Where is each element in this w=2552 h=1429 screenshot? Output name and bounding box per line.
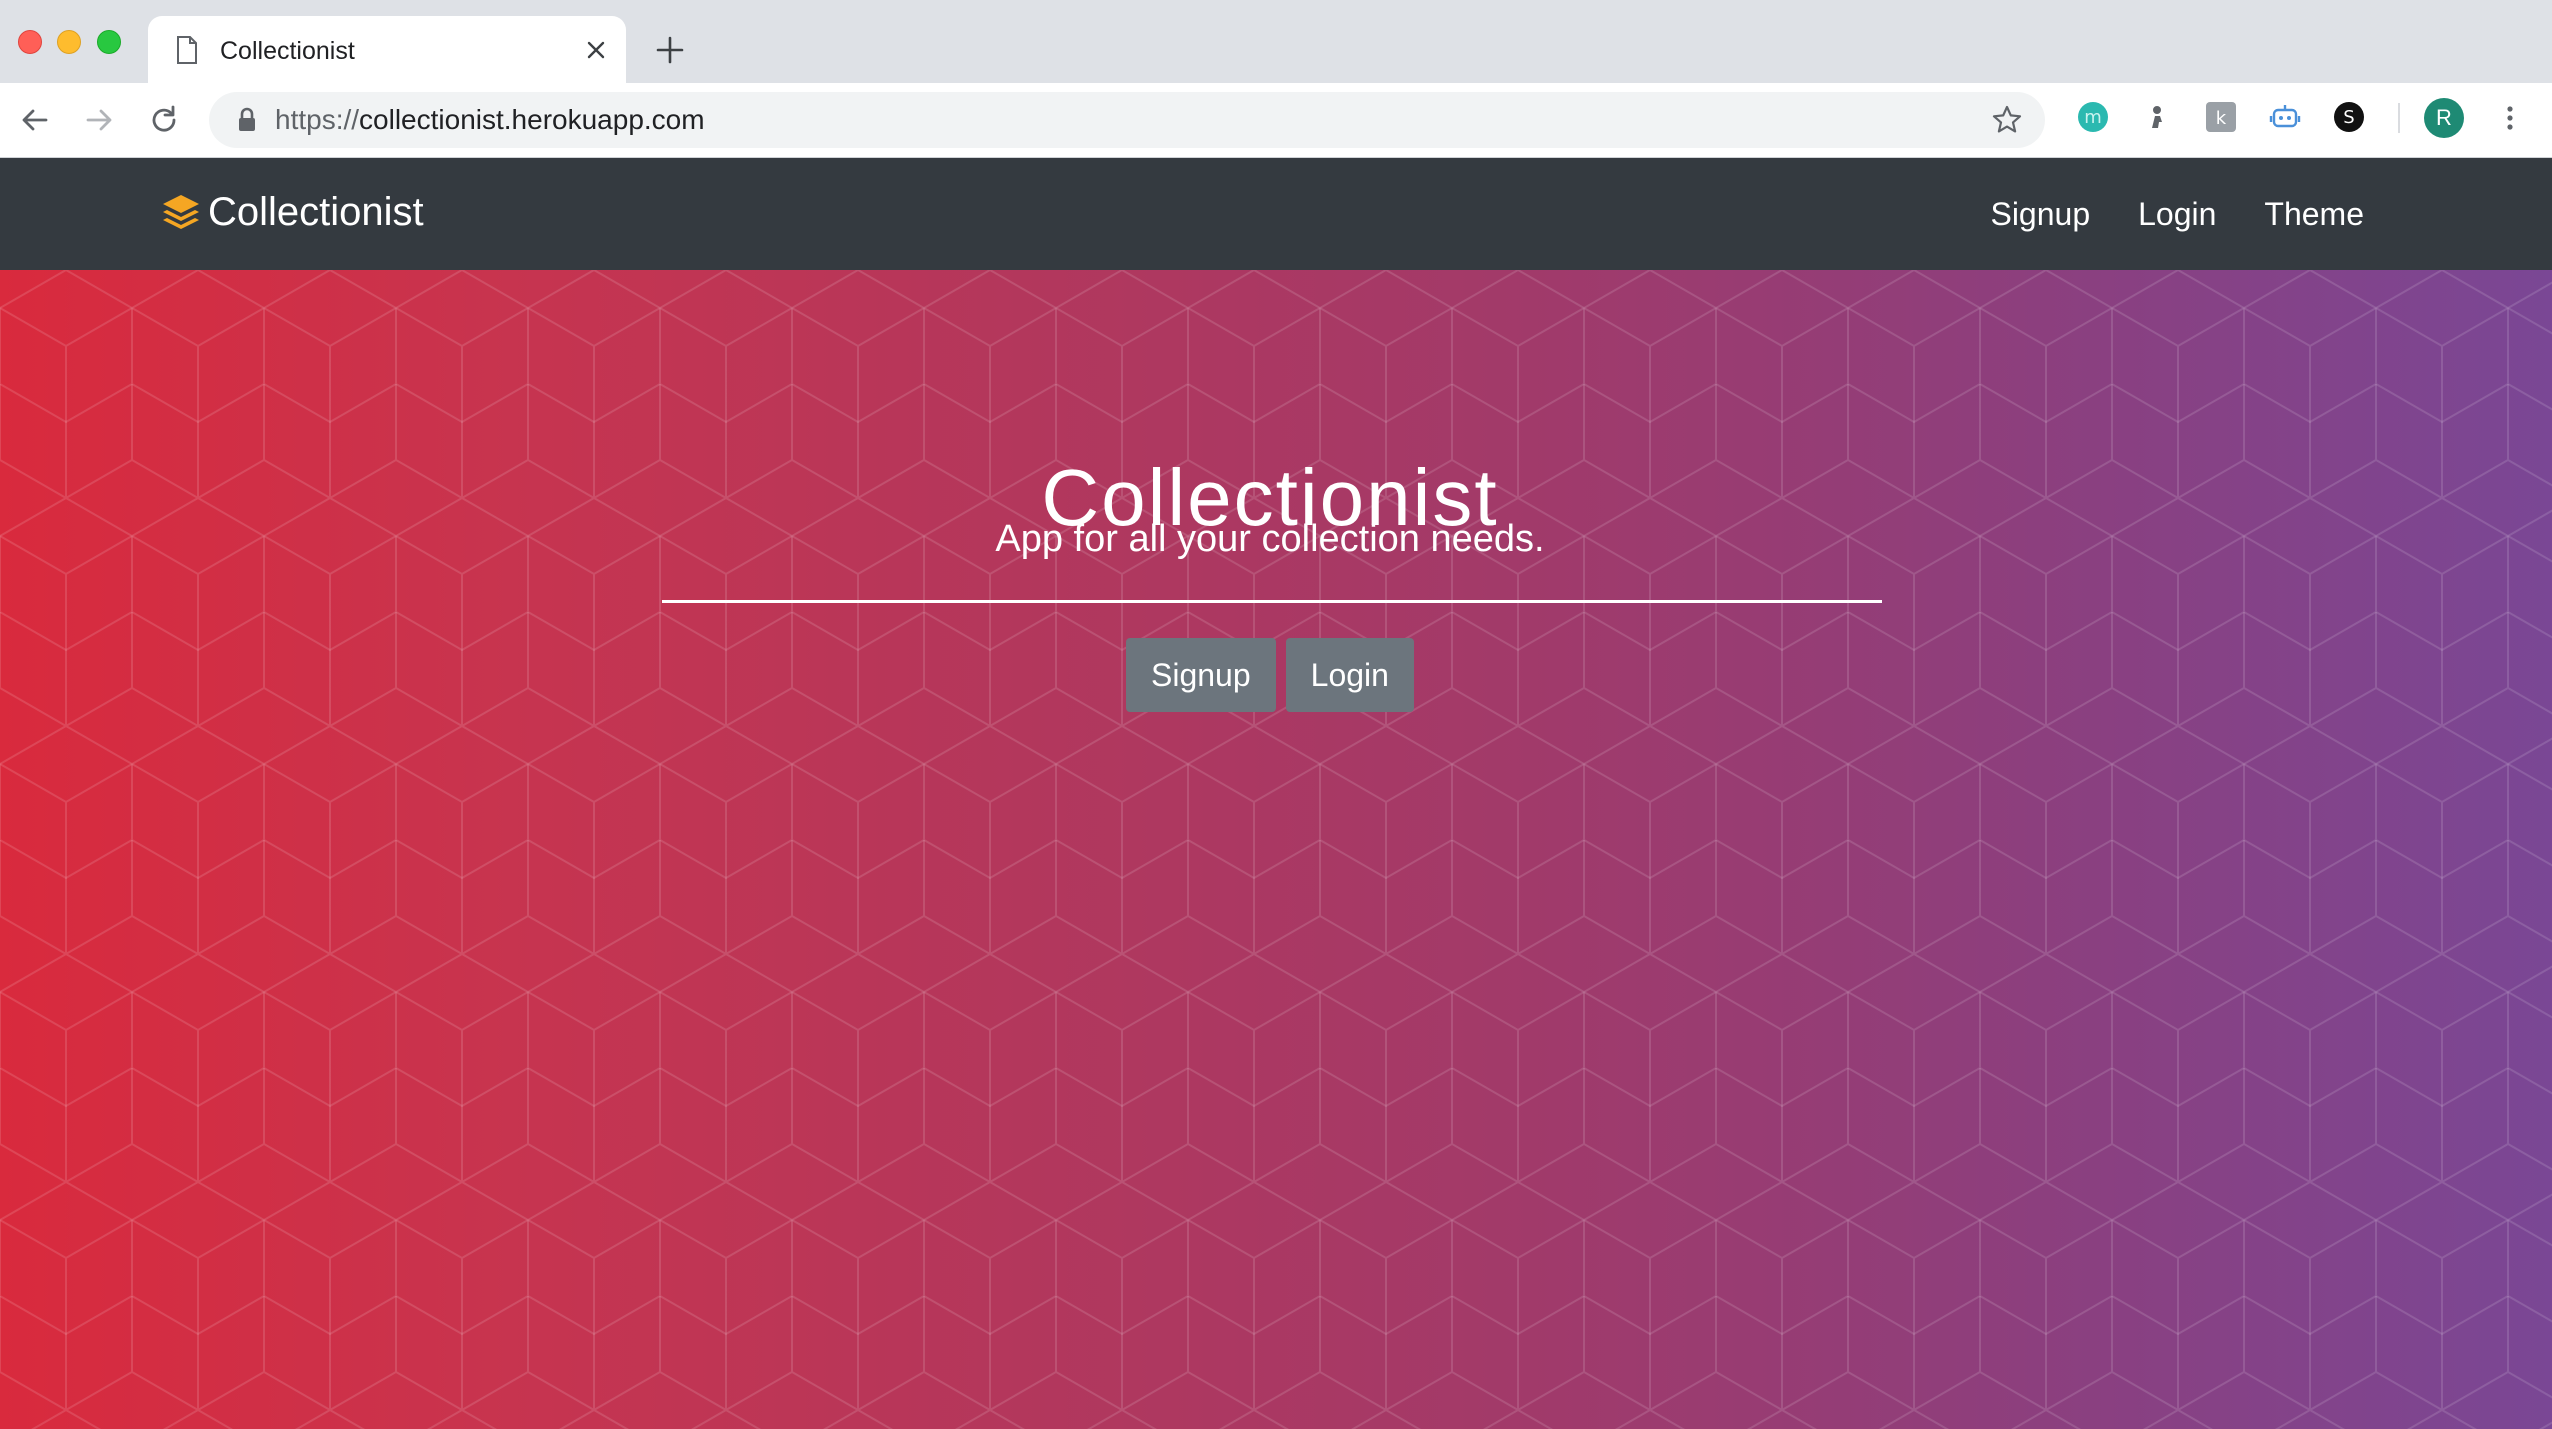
url-scheme: https:// xyxy=(275,104,360,135)
lock-icon xyxy=(239,107,255,131)
nav-links: Signup Login Theme xyxy=(1942,194,2364,234)
hero-divider xyxy=(662,600,1882,603)
toolbar-divider xyxy=(2398,103,2400,133)
svg-text:S: S xyxy=(2343,107,2354,128)
profile-avatar[interactable]: R xyxy=(2424,98,2464,138)
hero-signup-button[interactable]: Signup xyxy=(1126,638,1276,712)
address-bar[interactable]: https://collectionist.herokuapp.com xyxy=(209,92,2045,148)
nav-theme-link[interactable]: Theme xyxy=(2264,194,2364,234)
brand-link[interactable]: Collectionist xyxy=(160,188,424,236)
close-tab-icon[interactable] xyxy=(582,36,610,64)
layers-icon xyxy=(163,195,199,229)
browser-menu-icon[interactable] xyxy=(2494,102,2526,134)
url-text[interactable]: https://collectionist.herokuapp.com xyxy=(275,105,705,135)
nav-signup-link[interactable]: Signup xyxy=(1990,194,2090,234)
close-window-button[interactable] xyxy=(18,30,42,54)
hero-section: Collectionist App for all your collectio… xyxy=(0,270,2552,1429)
tab-title: Collectionist xyxy=(220,37,355,65)
bookmark-star-icon[interactable] xyxy=(1991,104,2023,136)
reload-icon[interactable] xyxy=(147,103,181,137)
m-extension-icon[interactable]: m xyxy=(2076,100,2110,134)
new-tab-icon[interactable] xyxy=(654,34,686,66)
nav-login-link[interactable]: Login xyxy=(2138,194,2216,234)
browser-tab[interactable]: Collectionist xyxy=(148,16,626,83)
k-extension-icon[interactable]: k xyxy=(2204,100,2238,134)
hero-subtitle: App for all your collection needs. xyxy=(995,518,1545,560)
person-extension-icon[interactable] xyxy=(2140,100,2174,134)
hero-buttons: Signup Login xyxy=(1126,638,1424,712)
brand-name: Collectionist xyxy=(208,190,424,234)
browser-tab-bar: Collectionist xyxy=(0,0,2552,83)
svg-text:m: m xyxy=(2084,107,2102,128)
forward-arrow-icon[interactable] xyxy=(82,103,116,137)
site-navbar: Collectionist Signup Login Theme xyxy=(0,158,2552,270)
s-extension-icon[interactable]: S xyxy=(2332,100,2366,134)
url-host: collectionist.herokuapp.com xyxy=(359,104,705,135)
robot-extension-icon[interactable] xyxy=(2268,100,2302,134)
hero-login-button[interactable]: Login xyxy=(1285,638,1414,712)
cube-pattern-background xyxy=(0,270,2552,1429)
svg-text:k: k xyxy=(2216,108,2227,129)
page-icon xyxy=(177,36,197,64)
back-arrow-icon[interactable] xyxy=(18,103,52,137)
minimize-window-button[interactable] xyxy=(57,30,81,54)
maximize-window-button[interactable] xyxy=(97,30,121,54)
